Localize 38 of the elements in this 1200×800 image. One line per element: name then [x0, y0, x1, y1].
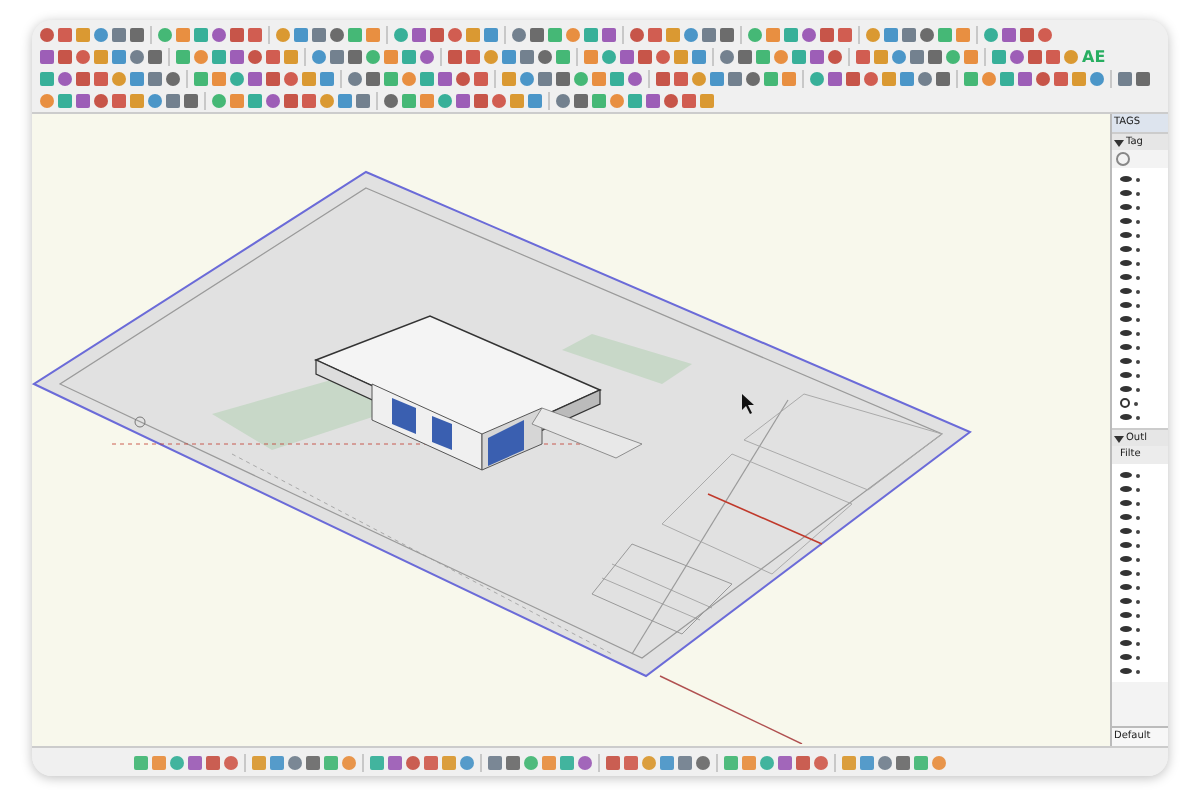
eye-icon[interactable]	[1120, 612, 1132, 618]
eye-icon[interactable]	[1120, 542, 1132, 548]
eye-icon[interactable]	[1120, 260, 1132, 266]
eye-icon[interactable]	[1120, 598, 1132, 604]
eye-icon[interactable]	[1120, 640, 1132, 646]
eye-icon[interactable]	[1120, 204, 1132, 210]
eye-icon[interactable]	[1120, 358, 1132, 364]
eye-icon[interactable]	[1120, 500, 1132, 506]
eye-icon[interactable]	[1120, 556, 1132, 562]
caret-down-icon[interactable]	[1114, 139, 1124, 146]
eye-icon[interactable]	[1120, 232, 1132, 238]
eye-icon[interactable]	[1120, 316, 1132, 322]
eye-icon[interactable]	[1120, 668, 1132, 674]
eye-icon[interactable]	[1120, 176, 1132, 182]
eye-icon[interactable]	[1120, 344, 1132, 350]
caret-down-icon[interactable]	[1114, 435, 1124, 442]
eye-icon[interactable]	[1120, 274, 1132, 280]
eye-icon[interactable]	[1120, 288, 1132, 294]
add-tag-icon[interactable]	[1116, 152, 1130, 166]
eye-icon[interactable]	[1120, 570, 1132, 576]
eye-icon[interactable]	[1120, 584, 1132, 590]
hidden-circle-icon[interactable]	[1120, 398, 1130, 408]
eye-icon[interactable]	[1120, 626, 1132, 632]
eye-icon[interactable]	[1120, 654, 1132, 660]
eye-icon[interactable]	[1120, 486, 1132, 492]
eye-icon[interactable]	[1120, 514, 1132, 520]
cursor-icon	[742, 394, 754, 414]
eye-icon[interactable]	[1120, 372, 1132, 378]
eye-icon[interactable]	[1120, 330, 1132, 336]
eye-icon[interactable]	[1120, 472, 1132, 478]
eye-icon[interactable]	[1120, 246, 1132, 252]
axis-line	[659, 675, 803, 744]
eye-icon[interactable]	[1120, 414, 1132, 420]
eye-icon[interactable]	[1120, 386, 1132, 392]
eye-icon[interactable]	[1120, 302, 1132, 308]
eye-icon[interactable]	[1120, 528, 1132, 534]
eye-icon[interactable]	[1120, 190, 1132, 196]
eye-icon[interactable]	[1120, 218, 1132, 224]
